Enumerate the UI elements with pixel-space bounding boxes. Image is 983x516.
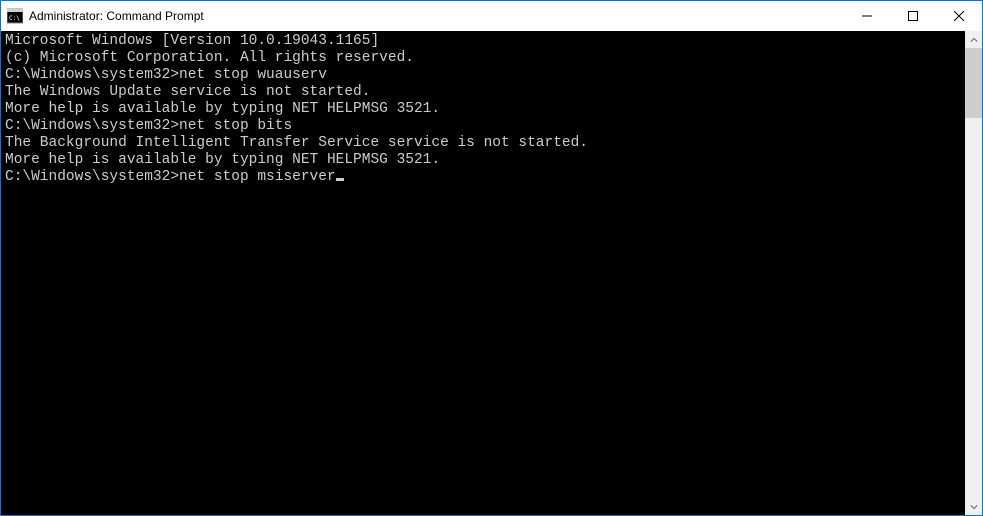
vertical-scrollbar[interactable] [965,31,982,515]
terminal-line: More help is available by typing NET HEL… [5,101,961,118]
text-cursor [336,178,344,181]
maximize-button[interactable] [890,1,936,31]
terminal-line: C:\Windows\system32>net stop msiserver [5,169,961,186]
svg-text:C:\: C:\ [9,15,20,22]
terminal-line: (c) Microsoft Corporation. All rights re… [5,50,961,67]
terminal-line: More help is available by typing NET HEL… [5,152,961,169]
terminal-line: The Windows Update service is not starte… [5,84,961,101]
scroll-down-button[interactable] [965,498,982,515]
terminal-line: Microsoft Windows [Version 10.0.19043.11… [5,33,961,50]
command-prompt-window: C:\ Administrator: Command Prompt Micros… [0,0,983,516]
titlebar[interactable]: C:\ Administrator: Command Prompt [1,1,982,31]
terminal-area[interactable]: Microsoft Windows [Version 10.0.19043.11… [1,31,982,515]
terminal-line: The Background Intelligent Transfer Serv… [5,135,961,152]
scrollbar-thumb[interactable] [965,48,982,118]
minimize-button[interactable] [844,1,890,31]
terminal-line: C:\Windows\system32>net stop wuauserv [5,67,961,84]
cmd-icon: C:\ [7,8,23,24]
terminal-line: C:\Windows\system32>net stop bits [5,118,961,135]
close-button[interactable] [936,1,982,31]
terminal-output[interactable]: Microsoft Windows [Version 10.0.19043.11… [1,31,965,515]
window-controls [844,1,982,31]
scrollbar-track[interactable] [965,48,982,498]
window-title: Administrator: Command Prompt [29,9,204,23]
scroll-up-button[interactable] [965,31,982,48]
